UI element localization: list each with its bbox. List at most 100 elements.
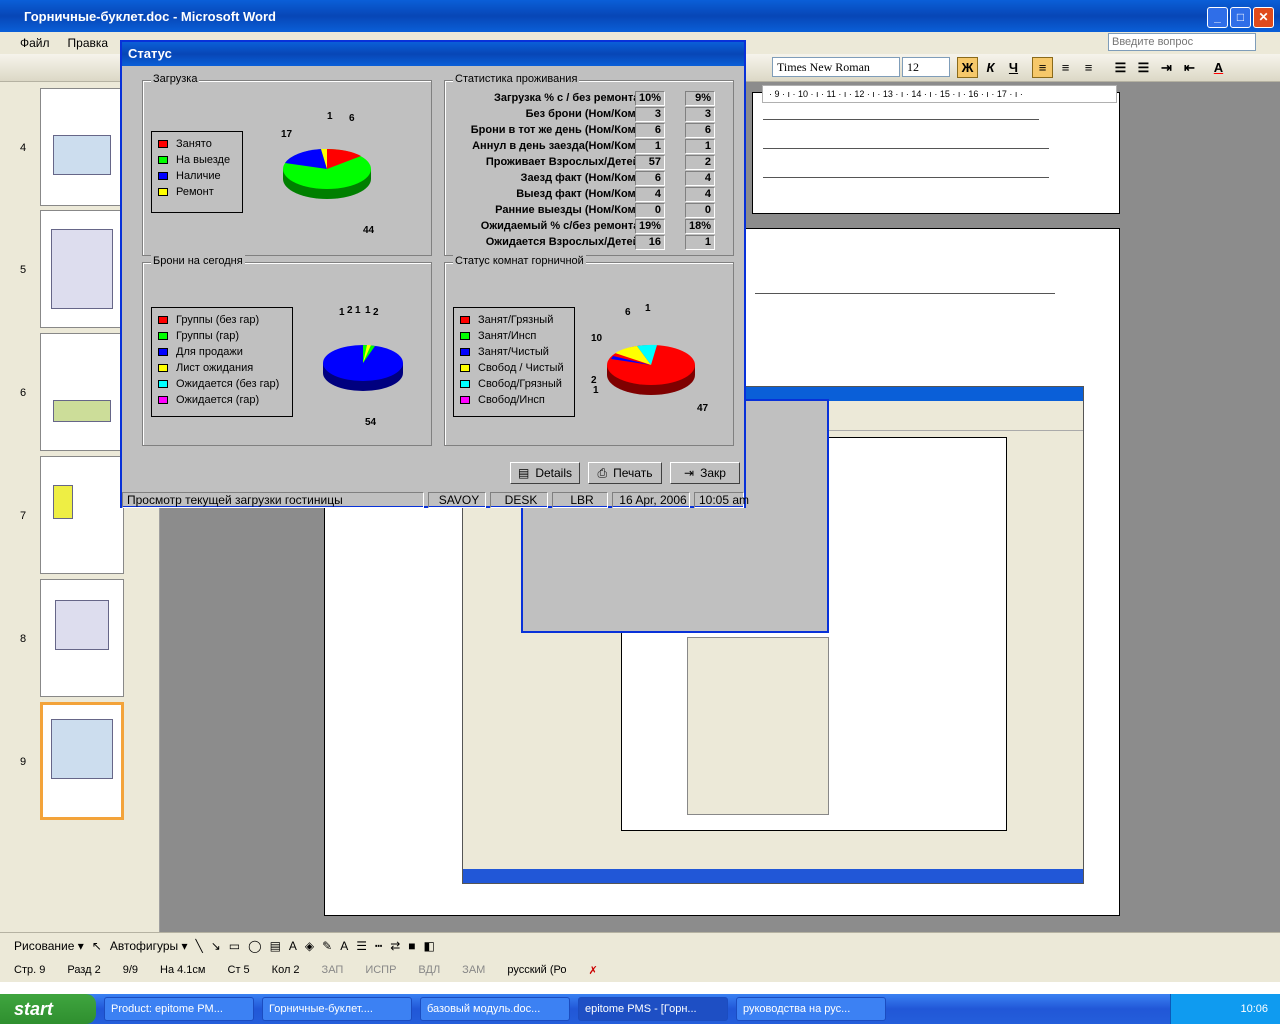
shadow-icon[interactable]: ■ — [408, 939, 415, 953]
page-thumbnail-current[interactable] — [40, 702, 124, 820]
numbering-icon[interactable]: ☰ — [1110, 57, 1131, 78]
status-ovr[interactable]: ЗАМ — [462, 964, 485, 976]
stats-group-label: Статистика проживания — [453, 73, 580, 85]
bullets-icon[interactable]: ☰ — [1133, 57, 1154, 78]
align-right-icon[interactable]: ≡ — [1078, 57, 1099, 78]
taskbar-item[interactable]: Product: epitome PM... — [104, 997, 254, 1021]
stats-value-a: 1 — [635, 139, 665, 154]
underline-button[interactable]: Ч — [1003, 57, 1024, 78]
font-color-icon[interactable]: A — [1208, 57, 1229, 78]
bookings-group-label: Брони на сегодня — [151, 255, 245, 267]
stats-value-a: 6 — [635, 123, 665, 138]
line-color-icon[interactable]: ✎ — [322, 939, 332, 953]
line-icon[interactable]: ╲ — [195, 939, 202, 953]
legend-swatch — [460, 364, 470, 372]
details-button[interactable]: ▤ Details — [510, 462, 580, 484]
stats-value-b: 1 — [685, 139, 715, 154]
stats-value-b: 6 — [685, 123, 715, 138]
legend-swatch — [158, 172, 168, 180]
stats-label: Ожидается Взрослых/Детей: — [485, 236, 643, 248]
select-objects-icon[interactable]: ↖ — [92, 939, 102, 953]
page-thumbnail[interactable] — [40, 579, 124, 697]
housekeeping-group: Статус комнат горничной Занят/Грязный За… — [444, 255, 734, 446]
stats-value-b: 9% — [685, 91, 715, 106]
drawing-toolbar: Рисование ▾ ↖ Автофигуры ▾ ╲ ↘ ▭ ◯ ▤ A ◈… — [0, 932, 1280, 958]
legend-item: Свобод / Чистый — [478, 362, 564, 374]
stats-value-a: 57 — [635, 155, 665, 170]
status-rec[interactable]: ЗАП — [322, 964, 344, 976]
line-style-icon[interactable]: ☰ — [356, 939, 367, 953]
word-status-bar: Стр. 9 Разд 2 9/9 На 4.1см Ст 5 Кол 2 ЗА… — [0, 958, 1280, 982]
page-thumbnail[interactable] — [40, 333, 124, 451]
legend-item: На выезде — [176, 154, 231, 166]
bookings-legend: Группы (без гар) Группы (гар) Для продаж… — [151, 307, 293, 417]
3d-icon[interactable]: ◧ — [424, 939, 435, 953]
help-search-input[interactable] — [1108, 33, 1256, 51]
legend-swatch — [158, 380, 168, 388]
rectangle-icon[interactable]: ▭ — [229, 939, 240, 953]
status-date: 16 Apr, 2006 — [612, 492, 690, 508]
housekeeping-legend: Занят/Грязный Занят/Инсп Занят/Чистый Св… — [453, 307, 575, 417]
stats-row: Выезд факт (Ном/Ком):4/4 — [445, 187, 745, 203]
close-dialog-button[interactable]: ⇥ Закр — [670, 462, 740, 484]
pie-label: 47 — [697, 403, 709, 414]
legend-item: Свобод/Грязный — [478, 378, 562, 390]
status-section: Разд 2 — [67, 964, 101, 976]
stats-row: Ранние выезды (Ном/Ком):0/0 — [445, 203, 745, 219]
arrow-icon[interactable]: ↘ — [211, 939, 221, 953]
status-time: 10:05 am — [694, 492, 749, 508]
textbox-icon[interactable]: ▤ — [270, 939, 281, 953]
font-size-box[interactable]: 12 — [902, 57, 950, 77]
taskbar-item-active[interactable]: epitome PMS - [Горн... — [578, 997, 728, 1021]
stats-value-b: 2 — [685, 155, 715, 170]
bold-button[interactable]: Ж — [957, 57, 978, 78]
status-language: LBR — [552, 492, 608, 508]
oval-icon[interactable]: ◯ — [248, 939, 261, 953]
legend-item: Наличие — [176, 170, 221, 182]
italic-button[interactable]: К — [980, 57, 1001, 78]
status-line: Ст 5 — [227, 964, 250, 976]
stats-label: Выезд факт (Ном/Ком): — [516, 188, 643, 200]
stats-label: Проживает Взрослых/Детей: — [485, 156, 643, 168]
taskbar-item[interactable]: руководства на рус... — [736, 997, 886, 1021]
dialog-title: Статус — [122, 42, 744, 66]
print-button[interactable]: ⎙ Печать — [588, 462, 662, 484]
page-thumbnail[interactable] — [40, 456, 124, 574]
status-trk[interactable]: ИСПР — [365, 964, 396, 976]
align-left-icon[interactable]: ≡ — [1032, 57, 1053, 78]
taskbar-item[interactable]: Горничные-буклет.... — [262, 997, 412, 1021]
start-button[interactable]: start — [0, 994, 96, 1024]
outdent-icon[interactable]: ⇤ — [1179, 57, 1200, 78]
align-center-icon[interactable]: ≡ — [1055, 57, 1076, 78]
draw-menu[interactable]: Рисование ▾ — [14, 939, 84, 953]
wordart-icon[interactable]: A — [289, 939, 297, 953]
page-thumbnail[interactable] — [40, 88, 124, 206]
autoshapes-menu[interactable]: Автофигуры ▾ — [110, 939, 188, 953]
legend-swatch — [460, 348, 470, 356]
status-ext[interactable]: ВДЛ — [418, 964, 440, 976]
stats-value-a: 3 — [635, 107, 665, 122]
status-pages: 9/9 — [122, 964, 139, 976]
stats-table: Загрузка % с / без ремонта:10%/9%Без бро… — [445, 91, 735, 251]
taskbar-item[interactable]: базовый модуль.doc... — [420, 997, 570, 1021]
menu-edit[interactable]: Правка — [68, 36, 109, 50]
document-page — [752, 92, 1120, 214]
font-name-box[interactable]: Times New Roman — [772, 57, 900, 77]
legend-item: Группы (без гар) — [176, 314, 260, 326]
spelling-icon[interactable]: ✗ — [589, 964, 598, 977]
minimize-button[interactable]: _ — [1207, 7, 1228, 28]
status-col: Кол 2 — [271, 964, 300, 976]
indent-icon[interactable]: ⇥ — [1156, 57, 1177, 78]
stats-value-b: 4 — [685, 171, 715, 186]
font-color-draw-icon[interactable]: A — [340, 939, 348, 953]
stats-row: Ожидаемый % с/без ремонта:19%/18% — [445, 219, 745, 235]
maximize-button[interactable]: □ — [1230, 7, 1251, 28]
details-icon: ▤ — [517, 466, 530, 480]
stats-value-b: 4 — [685, 187, 715, 202]
close-button[interactable]: ✕ — [1253, 7, 1274, 28]
menu-file[interactable]: Файл — [20, 36, 50, 50]
dash-style-icon[interactable]: ┅ — [375, 939, 382, 953]
page-thumbnail[interactable] — [40, 210, 124, 328]
fill-color-icon[interactable]: ◈ — [305, 939, 314, 953]
arrow-style-icon[interactable]: ⇄ — [390, 939, 400, 953]
